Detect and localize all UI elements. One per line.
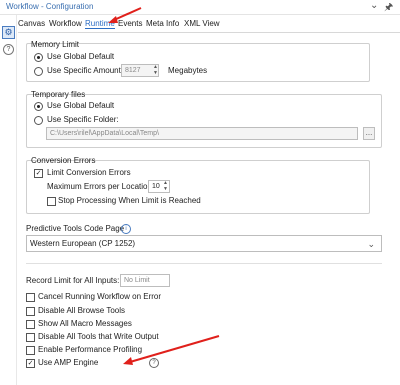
runtime-annotation-arrow <box>113 7 142 21</box>
amp-annotation-arrow <box>129 335 220 363</box>
annotation-arrows <box>108 7 220 365</box>
amp-arrowhead <box>123 357 133 365</box>
runtime-arrowhead <box>108 16 118 23</box>
